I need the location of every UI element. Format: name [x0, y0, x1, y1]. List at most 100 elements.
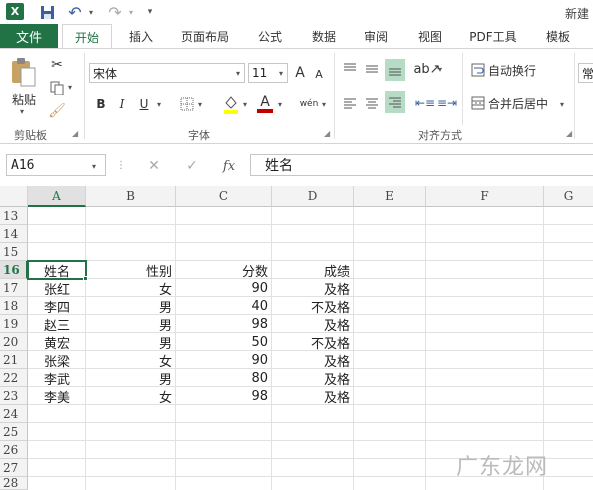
column-header-e[interactable]: E	[354, 186, 426, 207]
row-header[interactable]: 16	[0, 261, 28, 279]
column-header-d[interactable]: D	[272, 186, 354, 207]
tab-insert[interactable]: 插入	[118, 24, 164, 48]
tab-data[interactable]: 数据	[302, 24, 346, 48]
border-icon[interactable]	[178, 95, 196, 113]
wrap-text-button[interactable]: 自动换行	[488, 62, 536, 78]
name-box-dropdown-icon[interactable]: ▾	[92, 162, 96, 171]
table-cell-score[interactable]: 98	[178, 315, 268, 333]
shrink-font-button[interactable]: A	[312, 65, 326, 83]
number-format-select[interactable]: 常	[578, 63, 593, 83]
cell-b16[interactable]: 性别	[88, 261, 172, 280]
row-header[interactable]: 27	[0, 459, 28, 477]
row-header[interactable]: 19	[0, 315, 28, 333]
wrap-text-icon[interactable]	[470, 62, 486, 78]
align-top-icon[interactable]	[341, 59, 359, 79]
paste-button[interactable]: 粘贴	[8, 91, 40, 107]
merge-center-icon[interactable]	[470, 95, 486, 111]
row-header[interactable]: 14	[0, 225, 28, 243]
tab-home[interactable]: 开始	[62, 24, 112, 49]
column-header-c[interactable]: C	[176, 186, 272, 207]
enter-icon[interactable]: ✓	[183, 157, 201, 175]
table-cell-grade[interactable]: 及格	[274, 315, 350, 334]
increase-indent-icon[interactable]: ≡⇥	[437, 93, 457, 113]
orientation-dropdown-icon[interactable]: ▾	[438, 65, 442, 74]
table-cell-grade[interactable]: 不及格	[274, 297, 350, 316]
column-header-a[interactable]: A	[28, 186, 86, 207]
column-header-b[interactable]: B	[86, 186, 176, 207]
table-cell-gender[interactable]: 男	[88, 369, 172, 388]
table-cell-grade[interactable]: 及格	[274, 279, 350, 298]
row-header[interactable]: 28	[0, 476, 28, 490]
table-cell-score[interactable]: 40	[178, 297, 268, 315]
table-cell-name[interactable]: 赵三	[30, 315, 84, 334]
font-size-dropdown-icon[interactable]: ▾	[279, 69, 283, 78]
align-center-icon[interactable]	[363, 93, 381, 113]
paste-icon[interactable]	[8, 55, 38, 89]
italic-button[interactable]: I	[114, 95, 130, 113]
redo-icon[interactable]: ↷	[106, 3, 124, 22]
row-header[interactable]: 25	[0, 423, 28, 441]
copy-dropdown-icon[interactable]: ▾	[68, 83, 72, 92]
table-cell-name[interactable]: 黄宏	[30, 333, 84, 352]
column-header-g[interactable]: G	[544, 186, 593, 207]
table-cell-name[interactable]: 李四	[30, 297, 84, 316]
tab-file[interactable]: 文件	[0, 24, 58, 48]
cancel-icon[interactable]: ✕	[145, 157, 163, 175]
align-bottom-icon[interactable]	[385, 59, 405, 81]
table-cell-score[interactable]: 90	[178, 279, 268, 297]
worksheet-grid[interactable]: A B C D E F G 13 14 15 16 17 18 19 20 21…	[0, 186, 593, 490]
tab-pdf-tools[interactable]: PDF工具	[462, 24, 524, 48]
row-header[interactable]: 26	[0, 441, 28, 459]
bold-button[interactable]: B	[93, 95, 109, 113]
font-name-select[interactable]: 宋体	[89, 63, 245, 83]
table-cell-gender[interactable]: 男	[88, 315, 172, 334]
font-color-icon[interactable]: A	[256, 93, 274, 115]
align-middle-icon[interactable]	[363, 59, 381, 79]
table-cell-score[interactable]: 98	[178, 387, 268, 405]
tab-templates[interactable]: 模板	[536, 24, 580, 48]
select-all-corner[interactable]	[0, 186, 28, 207]
table-cell-name[interactable]: 李美	[30, 387, 84, 406]
table-cell-score[interactable]: 90	[178, 351, 268, 369]
merge-center-dropdown-icon[interactable]: ▾	[560, 100, 564, 109]
customize-toolbar-icon[interactable]: ▾	[144, 3, 156, 21]
row-header[interactable]: 24	[0, 405, 28, 423]
format-painter-icon[interactable]: 🖌	[48, 102, 66, 120]
fill-handle[interactable]	[83, 276, 88, 281]
font-name-dropdown-icon[interactable]: ▾	[236, 69, 240, 78]
phonetic-dropdown-icon[interactable]: ▾	[322, 100, 326, 109]
row-header[interactable]: 21	[0, 351, 28, 369]
table-cell-grade[interactable]: 及格	[274, 387, 350, 406]
merge-center-button[interactable]: 合并后居中	[488, 95, 548, 111]
row-header[interactable]: 22	[0, 369, 28, 387]
row-header[interactable]: 20	[0, 333, 28, 351]
cell-d16[interactable]: 成绩	[274, 261, 350, 280]
tab-view[interactable]: 视图	[408, 24, 452, 48]
undo-dropdown-icon[interactable]: ▾	[86, 3, 96, 21]
row-header[interactable]: 15	[0, 243, 28, 261]
cell-c16[interactable]: 分数	[178, 261, 268, 280]
underline-dropdown-icon[interactable]: ▾	[157, 100, 161, 109]
redo-dropdown-icon[interactable]: ▾	[126, 3, 136, 21]
clipboard-launcher-icon[interactable]: ◢	[72, 129, 78, 138]
align-left-icon[interactable]	[341, 93, 359, 113]
fill-color-icon[interactable]	[222, 93, 240, 115]
table-cell-name[interactable]: 张梁	[30, 351, 84, 370]
tab-review[interactable]: 审阅	[354, 24, 398, 48]
table-cell-score[interactable]: 80	[178, 369, 268, 387]
font-launcher-icon[interactable]: ◢	[324, 129, 330, 138]
table-cell-grade[interactable]: 及格	[274, 351, 350, 370]
name-box[interactable]: A16	[6, 154, 106, 176]
table-cell-gender[interactable]: 女	[88, 387, 172, 406]
table-cell-grade[interactable]: 及格	[274, 369, 350, 388]
orientation-icon[interactable]: ab↗	[413, 59, 440, 79]
grow-font-button[interactable]: A	[292, 63, 308, 83]
row-header[interactable]: 17	[0, 279, 28, 297]
underline-button[interactable]: U	[136, 95, 152, 113]
row-header[interactable]: 13	[0, 207, 28, 225]
align-right-icon[interactable]	[385, 91, 405, 113]
save-icon[interactable]	[38, 3, 56, 21]
tab-formulas[interactable]: 公式	[248, 24, 292, 48]
table-cell-gender[interactable]: 女	[88, 351, 172, 370]
table-cell-gender[interactable]: 男	[88, 297, 172, 316]
